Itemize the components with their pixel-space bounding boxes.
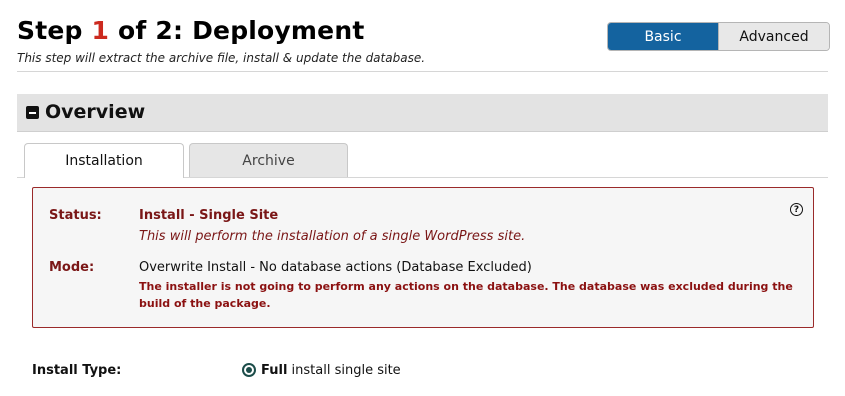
radio-label-bold: Full xyxy=(261,363,288,378)
status-value: Install - Single Site xyxy=(139,208,279,223)
radio-label-text: install single site xyxy=(287,363,401,378)
status-label: Status: xyxy=(49,208,102,223)
install-type-label: Install Type: xyxy=(32,363,122,378)
help-icon[interactable]: ? xyxy=(790,203,803,216)
overview-section-header[interactable]: Overview xyxy=(17,94,828,132)
header-divider xyxy=(17,71,828,72)
status-description: This will perform the installation of a … xyxy=(139,229,526,244)
mode-label: Mode: xyxy=(49,260,95,275)
page-title: Step 1 of 2: Deployment xyxy=(17,16,364,45)
section-title: Overview xyxy=(45,101,146,123)
mode-value: Overwrite Install - No database actions … xyxy=(139,260,532,275)
tab-archive[interactable]: Archive xyxy=(189,143,348,177)
full-install-radio[interactable] xyxy=(242,363,256,377)
page-subtitle: This step will extract the archive file,… xyxy=(17,51,426,65)
step-number: 1 xyxy=(91,16,110,45)
mode-warning: The installer is not going to perform an… xyxy=(139,280,793,310)
mode-toggle: Basic Advanced xyxy=(607,22,830,51)
collapse-minus-icon[interactable] xyxy=(26,106,39,119)
full-install-radio-label[interactable]: Full install single site xyxy=(261,363,401,378)
basic-mode-button[interactable]: Basic xyxy=(608,23,718,50)
advanced-mode-button[interactable]: Advanced xyxy=(718,23,829,50)
title-suffix: of 2: Deployment xyxy=(109,16,365,45)
status-box: ? Status: Install - Single Site This wil… xyxy=(32,187,814,328)
tab-installation[interactable]: Installation xyxy=(24,143,184,178)
title-prefix: Step xyxy=(17,16,92,45)
